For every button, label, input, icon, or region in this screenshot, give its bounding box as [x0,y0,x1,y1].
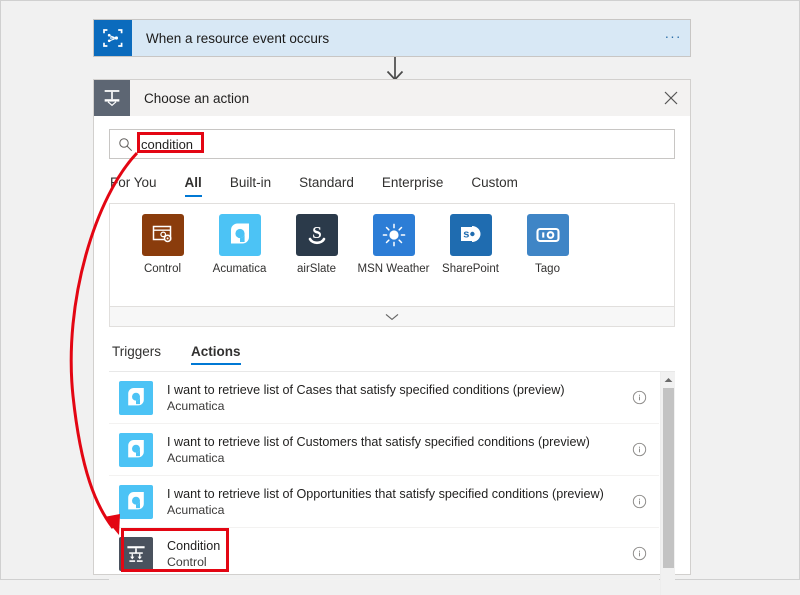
tab-custom[interactable]: Custom [471,175,534,197]
connector-tile-acumatica[interactable]: Acumatica [201,214,278,300]
svg-text:S: S [312,223,321,242]
tab-built-in[interactable]: Built-in [230,175,287,197]
picker-header: Choose an action [94,80,690,117]
control-connector-icon [119,536,153,571]
search-input[interactable]: condition [109,129,675,159]
search-icon [110,137,140,152]
category-tabs: For You All Built-in Standard Enterprise… [94,159,690,197]
list-item-title: I want to retrieve list of Customers tha… [167,434,590,449]
connector-tile-label: Acumatica [212,263,267,275]
tago-connector-icon [526,214,569,256]
acumatica-connector-icon [119,432,153,467]
connector-tile-sharepoint[interactable]: s SharePoint [432,214,509,300]
connector-tile-control[interactable]: Control [124,214,201,300]
tab-triggers[interactable]: Triggers [112,344,165,365]
info-icon[interactable] [619,494,659,509]
trigger-title: When a resource event occurs [146,30,330,46]
list-item[interactable]: I want to retrieve list of Customers tha… [109,424,659,476]
list-item-subtitle: Acumatica [167,502,225,517]
results-list: I want to retrieve list of Cases that sa… [109,372,659,595]
list-item-text: Condition Control [153,538,619,570]
airslate-connector-icon: S [295,214,338,256]
azure-event-grid-icon [94,20,132,56]
search-section: condition [94,117,690,159]
tab-all[interactable]: All [184,175,218,197]
connector-tile-label: airSlate [297,263,336,275]
tab-standard[interactable]: Standard [299,175,370,197]
list-item-subtitle: Acumatica [167,450,225,465]
tab-for-you[interactable]: For You [110,175,173,197]
results-scrollbar[interactable] [660,372,675,595]
list-item-subtitle: Control [167,554,207,569]
msn-weather-connector-icon [372,214,415,256]
list-item-title: Condition [167,538,221,553]
control-connector-icon [141,214,184,256]
scrollbar-thumb[interactable] [663,388,674,568]
connector-tile-label: Tago [535,263,560,275]
info-icon[interactable] [619,442,659,457]
list-item-title: I want to retrieve list of Cases that sa… [167,382,565,397]
connector-tile-strip: Control Acumatica S airSlate MSN Weather… [109,203,675,327]
acumatica-connector-icon [218,214,261,256]
logic-app-designer-canvas: When a resource event occurs ··· Choose … [1,1,800,595]
control-connector-icon [94,80,130,116]
tab-enterprise[interactable]: Enterprise [382,175,460,197]
choose-an-action-panel: Choose an action condition For You All B… [93,79,691,595]
list-item-title: I want to retrieve list of Opportunities… [167,486,604,501]
connector-tile-label: Control [143,263,182,275]
list-item-subtitle: Acumatica [167,398,225,413]
connector-tiles: Control Acumatica S airSlate MSN Weather… [110,204,674,306]
list-item[interactable]: I want to retrieve list of Opportunities… [109,476,659,528]
svg-text:s: s [463,229,469,241]
results-area: I want to retrieve list of Cases that sa… [109,371,675,595]
connector-tile-label: MSN Weather [357,263,430,275]
tab-actions[interactable]: Actions [191,344,245,365]
sharepoint-connector-icon: s [449,214,492,256]
list-item[interactable]: I want to retrieve list of Cases that sa… [109,372,659,424]
trigger-overflow-menu-button[interactable]: ··· [656,20,690,56]
list-item-text: I want to retrieve list of Cases that sa… [153,382,619,414]
picker-title: Choose an action [144,90,250,106]
connector-tile-tago[interactable]: Tago [509,214,586,300]
list-item-condition[interactable]: Condition Control [109,528,659,580]
info-icon[interactable] [619,390,659,405]
list-item-text: I want to retrieve list of Opportunities… [153,486,619,518]
list-item-text: I want to retrieve list of Customers tha… [153,434,619,466]
connector-tile-airslate[interactable]: S airSlate [278,214,355,300]
chevron-down-icon[interactable] [110,306,674,326]
connector-tile-label: SharePoint [442,263,499,275]
close-icon[interactable] [652,80,690,116]
trigger-card[interactable]: When a resource event occurs ··· [93,19,691,57]
connector-tile-msn-weather[interactable]: MSN Weather [355,214,432,300]
scroll-up-arrow-icon[interactable] [661,372,675,387]
acumatica-connector-icon [119,484,153,519]
info-icon[interactable] [619,546,659,561]
triggers-actions-tabs: Triggers Actions [94,327,690,365]
acumatica-connector-icon [119,380,153,415]
search-input-value: condition [141,136,194,152]
